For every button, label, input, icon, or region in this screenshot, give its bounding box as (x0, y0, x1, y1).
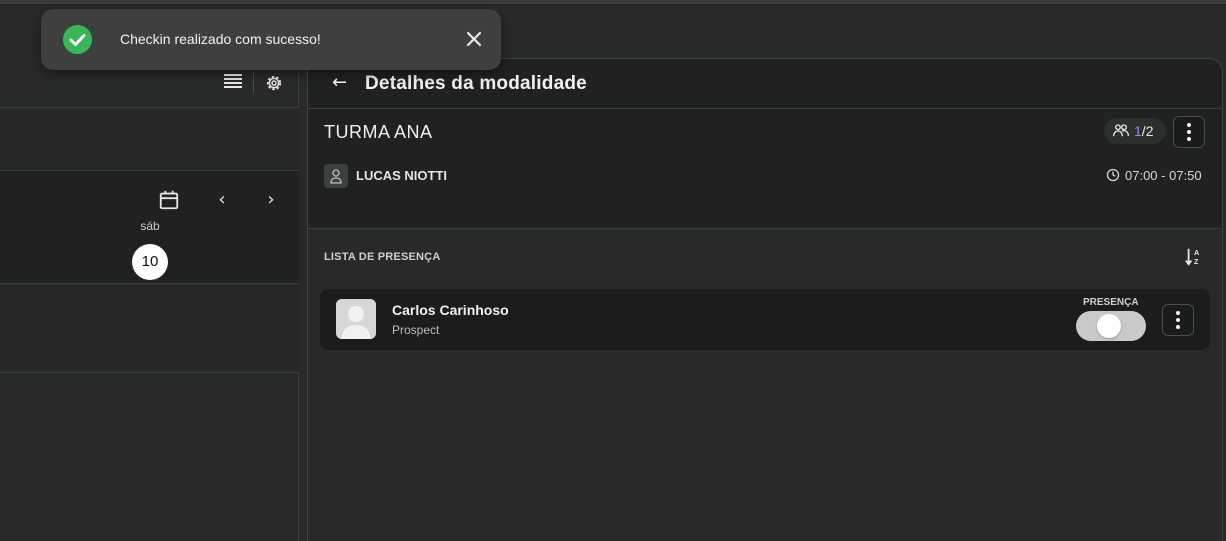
presence-toggle[interactable] (1076, 311, 1146, 341)
arrow-left-icon[interactable]: ← (332, 74, 350, 92)
student-name: Carlos Carinhoso (392, 302, 509, 318)
class-name: TURMA ANA (324, 122, 433, 142)
selected-day[interactable]: 10 (132, 244, 168, 280)
teacher-name: LUCAS NIOTTI (356, 168, 447, 183)
weekday-label: sáb (140, 219, 160, 233)
close-icon[interactable] (464, 29, 484, 49)
group-icon (1112, 124, 1130, 137)
toggle-knob (1097, 314, 1121, 338)
presence-label: PRESENÇA (1083, 297, 1139, 308)
class-time: 07:00 - 07:50 (1125, 168, 1202, 183)
capacity-badge: 1/2 (1104, 118, 1166, 144)
capacity-current: 1 (1134, 123, 1142, 139)
clock-icon (1106, 168, 1120, 182)
avatar (336, 299, 376, 339)
person-icon (324, 164, 348, 188)
svg-text:Z: Z (1194, 257, 1199, 266)
capacity-total: 2 (1145, 123, 1154, 139)
sort-alpha-icon[interactable]: A Z (1185, 247, 1203, 267)
left-panel: ‹ › sáb 10 (0, 58, 299, 541)
check-circle-icon (63, 25, 92, 54)
class-more-button[interactable] (1173, 116, 1205, 148)
left-list-row (0, 284, 299, 373)
student-type: Prospect (392, 323, 440, 337)
attendance-section: LISTA DE PRESENÇA A Z Carlos Carinhoso P… (308, 228, 1222, 541)
attendance-title: LISTA DE PRESENÇA (324, 251, 441, 263)
toolbar-divider (253, 73, 254, 93)
chevron-left-icon[interactable]: ‹ (214, 191, 230, 209)
toast-message: Checkin realizado com sucesso! (120, 31, 321, 47)
detail-panel: ← Detalhes da modalidade TURMA ANA 1/2 L… (307, 58, 1223, 541)
left-filter-area (0, 108, 299, 171)
list-item: Carlos Carinhoso Prospect PRESENÇA (320, 289, 1210, 350)
calendar-icon[interactable] (158, 189, 180, 211)
window-top-edge (0, 0, 1226, 4)
svg-text:A: A (1194, 248, 1199, 257)
page-title: Detalhes da modalidade (365, 73, 587, 94)
list-view-icon[interactable] (224, 74, 242, 90)
success-toast: Checkin realizado com sucesso! (41, 9, 501, 70)
gear-icon[interactable] (264, 73, 284, 93)
student-more-button[interactable] (1162, 304, 1194, 336)
chevron-right-icon[interactable]: › (263, 191, 279, 209)
